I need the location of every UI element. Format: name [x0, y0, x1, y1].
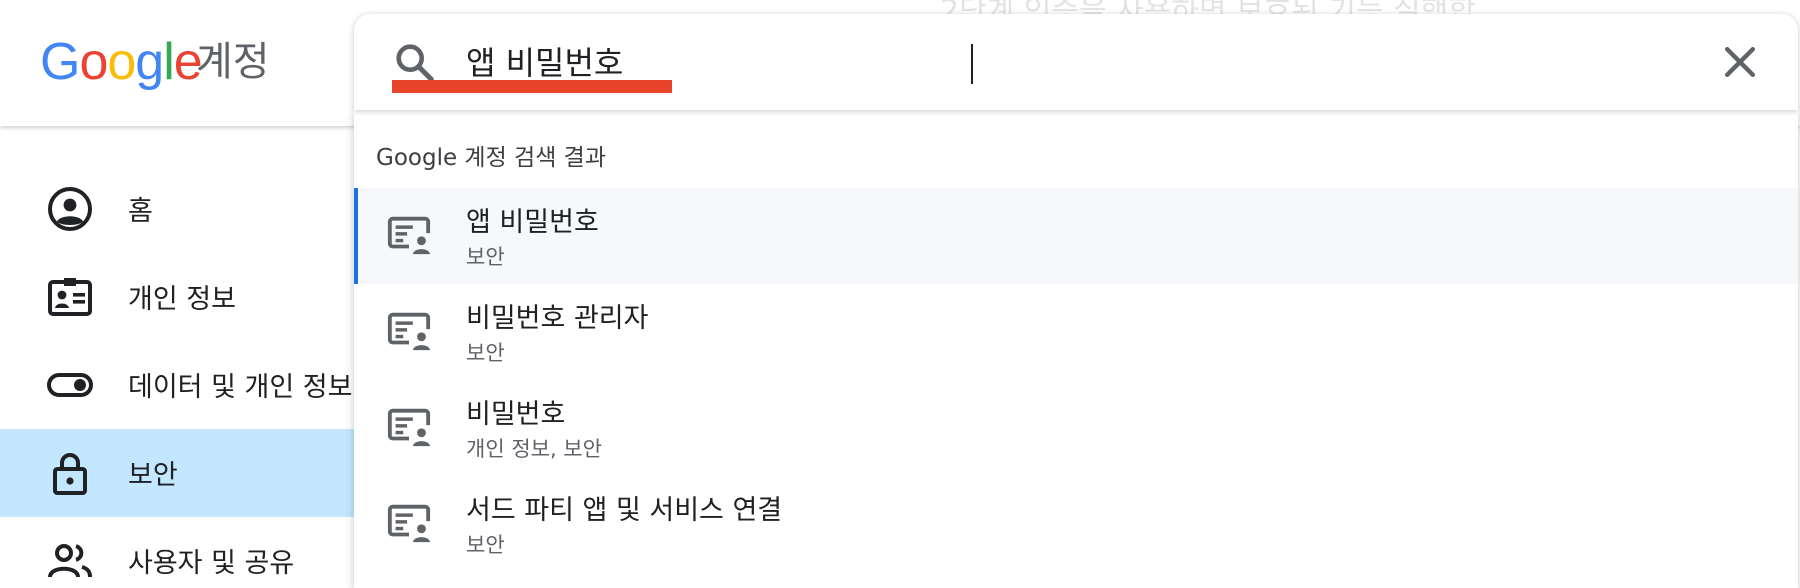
result-title: 앱 비밀번호 — [466, 207, 599, 238]
result-title: 서드 파티 앱 및 서비스 연결 — [466, 495, 783, 526]
search-result-item[interactable]: 앱 비밀번호 보안 — [354, 188, 1798, 284]
lock-icon — [53, 453, 87, 495]
sidebar-item-label: 홈 — [128, 196, 153, 227]
result-category: 보안 — [466, 245, 505, 269]
results-heading: Google 계정 검색 결과 — [376, 145, 606, 171]
sidebar-item-label: 보안 — [128, 460, 178, 491]
close-icon[interactable] — [1718, 40, 1762, 84]
search-result-item[interactable]: 비밀번호 관리자 보안 — [354, 284, 1798, 380]
product-name: 계정 — [196, 39, 270, 85]
result-category: 보안 — [466, 341, 505, 365]
next-result-peek — [394, 578, 544, 588]
search-result-item[interactable]: 서드 파티 앱 및 서비스 연결 보안 — [354, 476, 1798, 572]
sidebar-item-home[interactable]: 홈 — [0, 165, 354, 253]
result-category: 개인 정보, 보안 — [466, 437, 602, 461]
article-person-icon — [387, 312, 431, 351]
article-person-icon — [387, 408, 431, 447]
search-results-dropdown: Google 계정 검색 결과 앱 비밀번호 보안 비밀번호 관리자 보안 비밀… — [354, 110, 1798, 588]
toggle-icon — [47, 373, 93, 397]
sidebar-item-data-privacy[interactable]: 데이터 및 개인 정보 보호 — [0, 341, 411, 429]
sidebar-item-people-sharing[interactable]: 사용자 및 공유 — [0, 517, 354, 588]
sidebar-item-label: 개인 정보 — [128, 284, 236, 315]
article-person-icon — [387, 504, 431, 543]
result-title: 비밀번호 — [466, 399, 566, 430]
text-caret — [971, 44, 973, 84]
search-bar — [354, 14, 1798, 110]
search-input[interactable] — [466, 36, 1566, 86]
result-category: 보안 — [466, 533, 505, 557]
sidebar-item-security[interactable]: 보안 — [0, 429, 354, 517]
article-person-icon — [387, 216, 431, 255]
google-logo[interactable]: Google — [40, 32, 203, 92]
people-icon — [48, 544, 92, 578]
id-card-icon — [48, 278, 92, 316]
sidebar-item-personal-info[interactable]: 개인 정보 — [0, 253, 354, 341]
sidebar-item-label: 사용자 및 공유 — [128, 548, 295, 579]
result-title: 비밀번호 관리자 — [466, 303, 649, 334]
search-result-item[interactable]: 비밀번호 개인 정보, 보안 — [354, 380, 1798, 476]
account-circle-icon — [48, 187, 92, 231]
highlight-underline — [392, 80, 672, 93]
